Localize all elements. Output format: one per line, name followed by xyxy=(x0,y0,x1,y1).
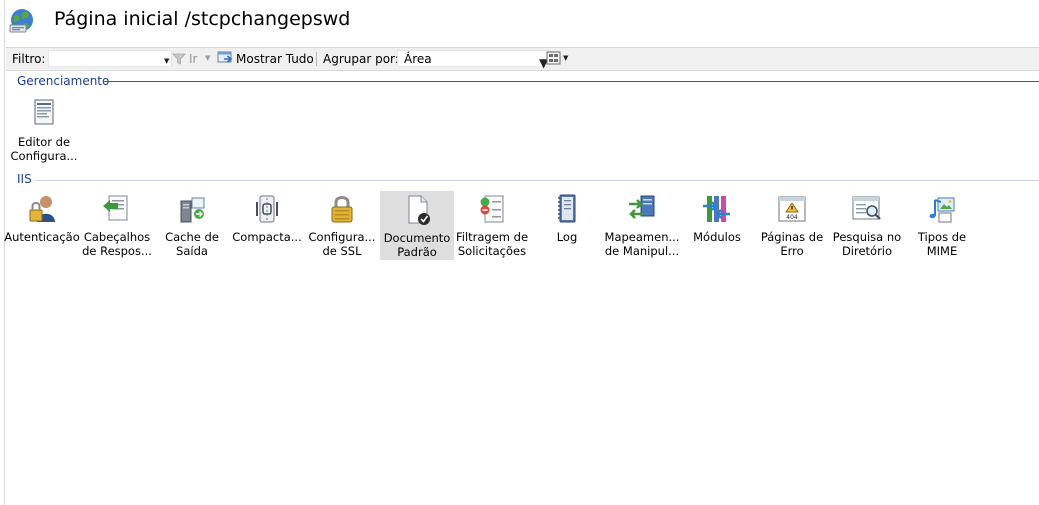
feature-label: Cache de Saída xyxy=(165,230,219,258)
feature-compression[interactable]: Compacta... xyxy=(230,190,304,258)
feature-output-cache[interactable]: Cache de Saída xyxy=(155,190,229,258)
feature-config-editor[interactable]: Editor de Configura... xyxy=(7,95,81,163)
show-all-button[interactable]: Mostrar Tudo xyxy=(236,51,314,67)
default-document-icon xyxy=(408,195,430,225)
funnel-icon[interactable] xyxy=(172,52,186,66)
filter-label: Filtro: xyxy=(12,52,46,66)
view-options-icon[interactable] xyxy=(546,51,561,66)
config-editor-icon xyxy=(34,99,54,125)
feature-ssl-settings[interactable]: Configura... de SSL xyxy=(305,190,379,258)
chevron-down-icon[interactable]: ▼ xyxy=(164,57,169,65)
authentication-icon xyxy=(29,196,55,222)
feature-authentication[interactable]: Autenticação xyxy=(4,190,80,258)
feature-log[interactable]: Log xyxy=(530,190,604,258)
feature-label: Cabeçalhos de Respos... xyxy=(82,230,152,258)
section-divider xyxy=(104,81,1039,82)
feature-error-pages[interactable]: 404 Páginas de Erro xyxy=(755,190,829,258)
go-button[interactable]: Ir xyxy=(189,51,197,67)
ssl-icon xyxy=(331,196,353,223)
feature-mime-types[interactable]: Tipos de MIME xyxy=(905,190,979,258)
feature-label: Autenticação xyxy=(4,230,80,244)
svg-text:404: 404 xyxy=(786,214,798,221)
group-by-select[interactable]: Área ▼ xyxy=(397,50,549,70)
go-dropdown-icon[interactable]: ▼ xyxy=(205,54,210,62)
feature-label: Filtragem de Solicitações xyxy=(455,230,529,258)
section-divider xyxy=(35,180,1039,181)
feature-label: Páginas de Erro xyxy=(760,230,824,258)
feature-label: Mapeamen... de Manipul... xyxy=(604,230,680,258)
log-icon xyxy=(558,194,576,223)
show-all-icon xyxy=(217,51,233,63)
filter-input[interactable]: ▼ xyxy=(48,50,172,67)
group-by-label: Agrupar por: xyxy=(323,52,399,66)
feature-label: Compacta... xyxy=(232,230,302,244)
group-by-value: Área xyxy=(404,52,432,66)
filter-toolbar: Filtro: ▼ Ir ▼ Mostrar Tudo Agrupar por:… xyxy=(6,47,1039,71)
feature-directory-browsing[interactable]: Pesquisa no Diretório xyxy=(830,190,904,258)
feature-label: Configura... de SSL xyxy=(308,230,376,258)
globe-icon xyxy=(9,9,33,33)
compression-icon xyxy=(256,195,278,223)
output-cache-icon xyxy=(180,197,205,223)
section-header-gerenciamento: Gerenciamento xyxy=(17,74,110,88)
feature-label: Log xyxy=(556,230,578,244)
section-header-iis: IIS xyxy=(17,172,32,186)
feature-label: Pesquisa no Diretório xyxy=(832,230,902,258)
feature-label: Tipos de MIME xyxy=(917,230,967,258)
toolbar-separator xyxy=(316,52,317,66)
page-header: Página inicial /stcpchangepswd xyxy=(0,0,1039,42)
feature-handler-mappings[interactable]: Mapeamen... de Manipul... xyxy=(605,190,679,258)
feature-label: Módulos xyxy=(693,230,741,244)
feature-response-headers[interactable]: Cabeçalhos de Respos... xyxy=(80,190,154,258)
feature-default-document[interactable]: Documento Padrão xyxy=(380,191,454,260)
response-headers-icon xyxy=(103,195,128,221)
directory-browsing-icon xyxy=(852,196,881,220)
feature-modules[interactable]: Módulos xyxy=(680,190,754,258)
feature-label: Documento Padrão xyxy=(383,231,451,259)
modules-icon xyxy=(703,196,730,222)
feature-request-filtering[interactable]: Filtragem de Solicitações xyxy=(455,190,529,258)
page-title: Página inicial /stcpchangepswd xyxy=(54,8,351,30)
mime-types-icon xyxy=(929,197,955,223)
error-pages-icon: 404 xyxy=(778,196,806,222)
feature-label: Editor de Configura... xyxy=(10,135,78,163)
view-dropdown-icon[interactable]: ▼ xyxy=(563,54,568,62)
request-filtering-icon xyxy=(480,195,504,223)
handler-mappings-icon xyxy=(629,195,655,219)
